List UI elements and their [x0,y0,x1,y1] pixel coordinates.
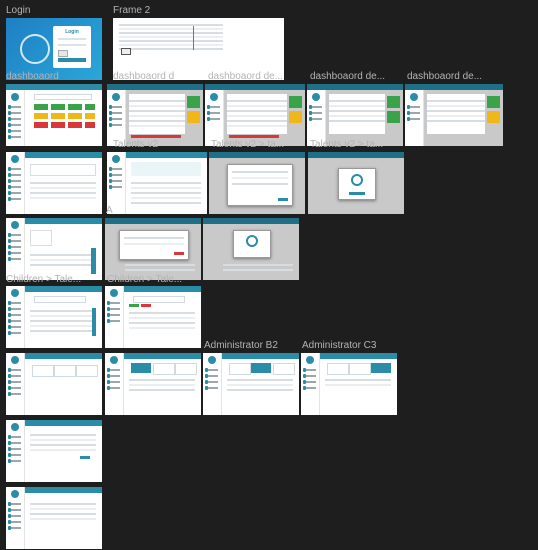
frame-dashboard-5[interactable] [405,84,503,146]
frame-label-talents-3: Talents v2 > ta... [310,139,384,150]
frame-talents-v2-success[interactable] [308,152,404,214]
frame-administrator-a[interactable] [105,218,201,280]
frame-administrator-b2[interactable] [203,353,299,415]
frame-label-children-1: Children > Tale... [6,274,82,285]
frame-children-1[interactable] [6,286,102,348]
login-button [58,58,86,62]
frame-label-dashboard-4: dashboaord de... [310,71,386,82]
frame-label-administrator-c3: Administrator C3 [302,340,377,351]
frame-label-frame2: Frame 2 [113,5,151,16]
frame-administrator-a-success[interactable] [203,218,299,280]
frame-talent-detail[interactable] [6,218,102,280]
username-field [58,38,86,40]
frame-label-talents-1: Talents v2 [113,139,159,150]
frame-label-login: Login [6,5,31,16]
frame-dashboard-4[interactable] [307,84,403,146]
frame-children-2[interactable] [105,286,201,348]
login-title: Login [65,29,79,35]
frame-label-dashboard-2: dashboaord d [113,71,175,82]
logo-icon [20,34,50,64]
frame-label-administrator-b2: Administrator B2 [204,340,278,351]
frame-list-2[interactable] [6,487,102,549]
frame-label-dashboard-3: dashboaord de... [208,71,284,82]
frame-dashboard-3[interactable] [205,84,305,146]
frame-list-1[interactable] [6,420,102,482]
frame-dashboard-2[interactable] [107,84,203,146]
frame-label-dashboard-1: dashboaord [6,71,59,82]
frame-label-dashboard-5: dashboaord de... [407,71,483,82]
captcha-image [58,50,68,57]
qr-code [121,48,131,55]
password-field [58,44,86,46]
frame-label-administrator-a: A [106,205,113,216]
frame-label-children-2: Children > Tale... [107,274,183,285]
frame-dashboard-1[interactable] [6,84,102,146]
frame-administrator-c3[interactable] [301,353,397,415]
frame-talents-list[interactable] [6,152,102,214]
login-card: Login [53,26,91,68]
frame-label-talents-2: Talents v2 > ta... [211,139,285,150]
column-lines [193,26,234,50]
frame-administrator-1[interactable] [6,353,102,415]
check-icon [246,235,258,247]
check-icon [351,174,363,186]
frame-talents-v2-modal[interactable] [209,152,305,214]
frame-administrator-2[interactable] [105,353,201,415]
